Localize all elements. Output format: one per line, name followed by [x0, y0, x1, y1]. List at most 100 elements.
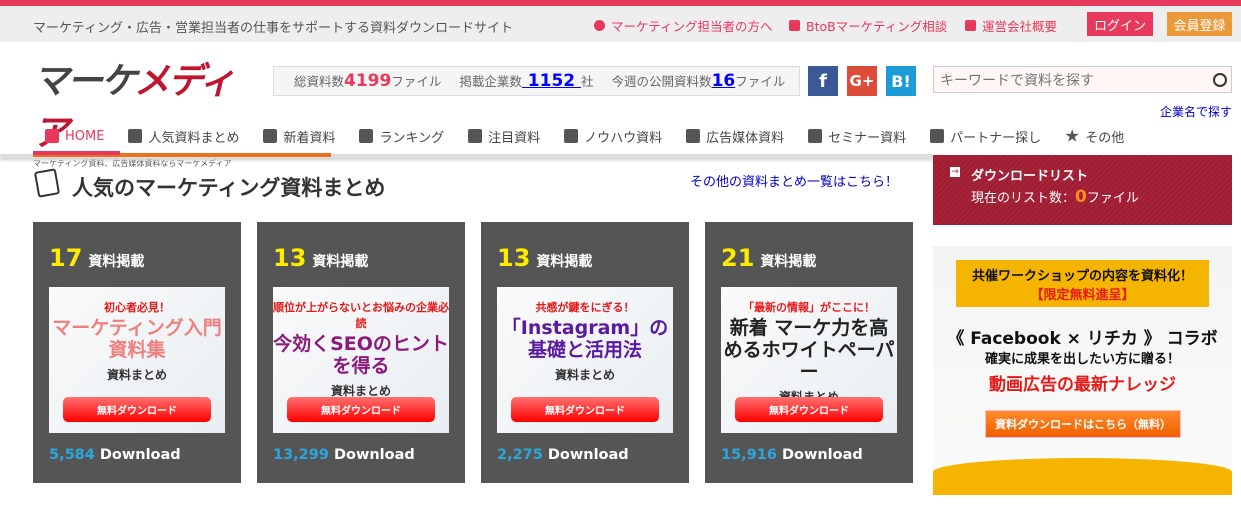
- edit-icon: [468, 129, 483, 143]
- free-download-button[interactable]: 無料ダウンロード: [735, 397, 883, 422]
- week-count[interactable]: 16: [712, 71, 736, 91]
- keyword-search-input[interactable]: [933, 66, 1232, 93]
- free-download-button[interactable]: 無料ダウンロード: [287, 397, 435, 422]
- download-label: Download: [781, 447, 863, 463]
- banner-kicker: 共感が鍵をにぎる！: [535, 301, 635, 314]
- card-banner-image[interactable]: 初心者必見！ マーケティング入門資料集 資料まとめ 無料ダウンロード: [49, 287, 225, 433]
- nav-label: ランキング: [379, 130, 445, 146]
- download-icon: [686, 129, 701, 143]
- download-count: 5,584 Download: [49, 447, 181, 463]
- question-icon: [594, 20, 605, 31]
- nav-label: 注目資料: [488, 130, 541, 146]
- material-count: 17: [49, 244, 83, 272]
- chart-doc-icon: [564, 129, 579, 143]
- summary-card[interactable]: 13 資料掲載 共感が鍵をにぎる！ 「Instagram」の基礎と活用法 資料まと…: [481, 222, 689, 483]
- nav-label: 人気資料まとめ: [148, 130, 240, 146]
- layers-icon: [263, 129, 278, 143]
- search-icon[interactable]: [1213, 73, 1227, 87]
- ad-wave-decoration: [933, 458, 1232, 495]
- week-label: 今週の公開資料数: [611, 74, 712, 89]
- summary-card[interactable]: 13 資料掲載 順位が上がらないとお悩みの企業必読 今効くSEOのヒントを得る 資…: [257, 222, 465, 483]
- download-label: Download: [333, 447, 415, 463]
- summary-card[interactable]: 21 資料掲載 「最新の情報」がここに！ 新着 マーケ力を高めるホワイトペーパー …: [705, 222, 913, 483]
- nav-other[interactable]: その他: [1053, 122, 1136, 150]
- arrow-right-icon: →: [950, 167, 960, 177]
- logo-subtitle: マーケティング資料、広告媒体資料ならマーケメディア: [33, 159, 232, 168]
- banner-subtitle: 資料まとめ: [106, 367, 167, 382]
- nav-seminar[interactable]: セミナー資料: [796, 122, 918, 150]
- free-download-button[interactable]: 無料ダウンロード: [63, 397, 211, 422]
- count-label: 資料掲載: [536, 254, 593, 270]
- companies-label: 掲載企業数: [459, 74, 522, 89]
- hatena-bookmark-button[interactable]: B!: [886, 66, 916, 96]
- nav-label: その他: [1085, 130, 1125, 146]
- document-icon: [128, 129, 143, 143]
- week-unit: ファイル: [735, 74, 786, 89]
- company-search-link[interactable]: 企業名で探す: [1160, 103, 1232, 120]
- ad-headline: 共催ワークショップの内容を資料化！: [971, 269, 1193, 284]
- site-tagline: マーケティング・広告・営業担当者の仕事をサポートする資料ダウンロードサイト: [33, 21, 513, 36]
- link-label: 運営会社概要: [982, 19, 1058, 34]
- download-list-panel[interactable]: → ダウンロードリスト 現在のリスト数：0ファイル: [933, 155, 1232, 225]
- star-icon: [1065, 129, 1079, 142]
- handshake-icon: [930, 129, 945, 143]
- facebook-share-button[interactable]: f: [808, 66, 838, 96]
- building-icon: [965, 20, 976, 31]
- nav-label: 広告媒体資料: [706, 130, 785, 146]
- google-plus-share-button[interactable]: G+: [847, 66, 877, 96]
- btob-consult-link[interactable]: BtoBマーケティング相談: [789, 16, 947, 35]
- list-count-label: 現在のリスト数：: [971, 191, 1076, 206]
- nav-ranking[interactable]: ランキング: [347, 122, 456, 150]
- link-label: BtoBマーケティング相談: [806, 19, 948, 34]
- card-count: 21 資料掲載: [721, 244, 816, 272]
- login-button[interactable]: ログイン: [1087, 12, 1153, 36]
- count-label: 資料掲載: [760, 254, 817, 270]
- nav-label: HOME: [65, 128, 105, 144]
- crown-icon: [359, 129, 374, 143]
- nav-popular[interactable]: 人気資料まとめ: [116, 122, 251, 150]
- sidebar-ad-banner[interactable]: 共催ワークショップの内容を資料化！ 【限定無料進呈】 《 Facebook × リ…: [933, 246, 1232, 495]
- total-label: 総資料数: [294, 74, 345, 89]
- nav-media[interactable]: 広告媒体資料: [674, 122, 796, 150]
- ad-collab-title: 《 Facebook × リチカ 》 コラボ: [947, 329, 1218, 349]
- more-summaries-link[interactable]: その他の資料まとめ一覧はこちら！: [690, 171, 898, 190]
- company-info-link[interactable]: 運営会社概要: [965, 16, 1057, 35]
- banner-title: 今効くSEOのヒントを得る: [273, 333, 449, 377]
- logo-text-a: マーケ: [33, 61, 136, 102]
- nav-label: 新着資料: [283, 130, 336, 146]
- nav-featured[interactable]: 注目資料: [456, 122, 552, 150]
- main-nav: HOME 人気資料まとめ 新着資料 ランキング 注目資料 ノウハウ資料 広告媒体…: [33, 122, 1136, 152]
- nav-label: パートナー探し: [950, 130, 1042, 146]
- register-button[interactable]: 会員登録: [1167, 12, 1232, 36]
- nav-partner[interactable]: パートナー探し: [918, 122, 1053, 150]
- summary-card[interactable]: 17 資料掲載 初心者必見！ マーケティング入門資料集 資料まとめ 無料ダウンロー…: [33, 222, 241, 483]
- banner-title: 新着 マーケ力を高めるホワイトペーパー: [723, 317, 895, 383]
- material-count: 13: [273, 244, 307, 272]
- card-banner-image[interactable]: 共感が鍵をにぎる！ 「Instagram」の基礎と活用法 資料まとめ 無料ダウン…: [497, 287, 673, 433]
- download-label: Download: [547, 447, 629, 463]
- list-count: 0: [1075, 187, 1087, 207]
- book-icon: [789, 20, 800, 31]
- nav-knowhow[interactable]: ノウハウ資料: [552, 122, 674, 150]
- banner-title: 「Instagram」の基礎と活用法: [501, 317, 669, 361]
- companies-count[interactable]: 1152: [522, 71, 581, 91]
- banner-title: マーケティング入門資料集: [52, 317, 222, 361]
- banner-kicker: 順位が上がらないとお悩みの企業必読: [273, 301, 449, 330]
- download-number: 5,584: [49, 447, 95, 463]
- card-banner-image[interactable]: 順位が上がらないとお悩みの企業必読 今効くSEOのヒントを得る 資料まとめ 無料…: [273, 287, 449, 433]
- ad-badge: 【限定無料進呈】: [1030, 288, 1135, 303]
- users-icon: [808, 129, 823, 143]
- ad-download-button[interactable]: 資料ダウンロードはこちら（無料）: [985, 410, 1181, 438]
- nav-home[interactable]: HOME: [33, 122, 116, 150]
- for-marketers-link[interactable]: マーケティング担当者の方へ: [594, 16, 773, 35]
- card-banner-image[interactable]: 「最新の情報」がここに！ 新着 マーケ力を高めるホワイトペーパー 資料まとめ 無…: [721, 287, 897, 433]
- count-label: 資料掲載: [88, 254, 145, 270]
- list-count-unit: ファイル: [1086, 191, 1139, 206]
- nav-new[interactable]: 新着資料: [251, 122, 347, 150]
- count-label: 資料掲載: [312, 254, 369, 270]
- free-download-button[interactable]: 無料ダウンロード: [511, 397, 659, 422]
- site-stats: 総資料数4199ファイル 掲載企業数 1152 社 今週の公開資料数16ファイル: [273, 66, 800, 96]
- ad-subtitle: 確実に成果を出したい方に贈る！: [984, 352, 1180, 367]
- total-unit: ファイル: [391, 74, 442, 89]
- material-count: 21: [721, 244, 755, 272]
